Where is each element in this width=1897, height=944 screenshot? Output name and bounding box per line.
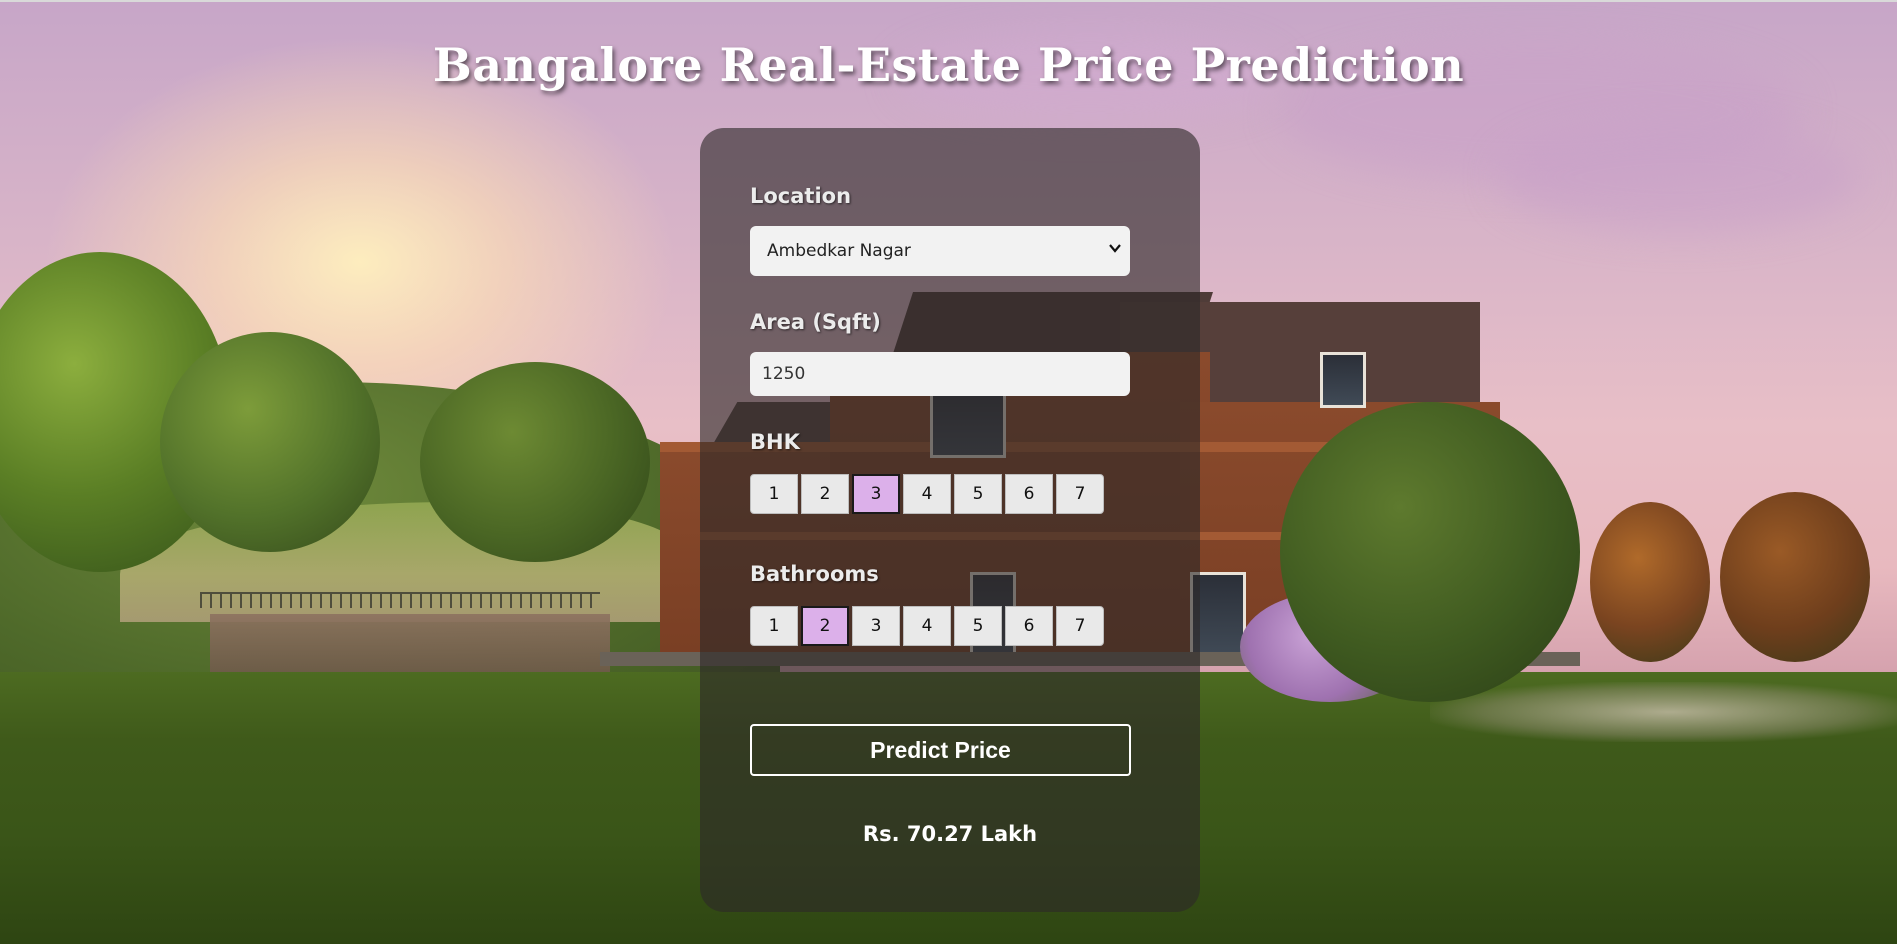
chevron-down-icon — [1109, 244, 1121, 253]
predicted-price: Rs. 70.27 Lakh — [862, 822, 1038, 846]
prediction-form: Location Ambedkar Nagar Area (Sqft) 1250… — [700, 128, 1200, 912]
predict-price-button[interactable]: Predict Price — [750, 724, 1131, 776]
location-select[interactable]: Ambedkar Nagar — [750, 226, 1130, 276]
bhk-label: BHK — [750, 430, 800, 454]
area-input-value: 1250 — [762, 364, 806, 384]
page: Bangalore Real-Estate Price Prediction L… — [0, 0, 1897, 944]
bhk-option[interactable]: 2 — [801, 474, 849, 514]
bhk-option[interactable]: 5 — [954, 474, 1002, 514]
area-input[interactable]: 1250 — [750, 352, 1130, 396]
page-title: Bangalore Real-Estate Price Prediction — [432, 38, 1465, 92]
bhk-option[interactable]: 1 — [750, 474, 798, 514]
bathrooms-option[interactable]: 3 — [852, 606, 900, 646]
bathrooms-option[interactable]: 6 — [1005, 606, 1053, 646]
bhk-option[interactable]: 6 — [1005, 474, 1053, 514]
bathrooms-option[interactable]: 5 — [954, 606, 1002, 646]
bathrooms-option[interactable]: 1 — [750, 606, 798, 646]
bathrooms-selector: 1 2 3 4 5 6 7 — [750, 606, 1104, 648]
bhk-option[interactable]: 4 — [903, 474, 951, 514]
bathrooms-label: Bathrooms — [750, 562, 879, 586]
bathrooms-option[interactable]: 4 — [903, 606, 951, 646]
location-label: Location — [750, 184, 852, 208]
bhk-option[interactable]: 7 — [1056, 474, 1104, 514]
bathrooms-option-selected[interactable]: 2 — [801, 606, 849, 646]
area-label: Area (Sqft) — [750, 310, 881, 334]
location-selected-value: Ambedkar Nagar — [767, 241, 911, 261]
bhk-selector: 1 2 3 4 5 6 7 — [750, 474, 1104, 516]
bhk-option-selected[interactable]: 3 — [852, 474, 900, 514]
bathrooms-option[interactable]: 7 — [1056, 606, 1104, 646]
